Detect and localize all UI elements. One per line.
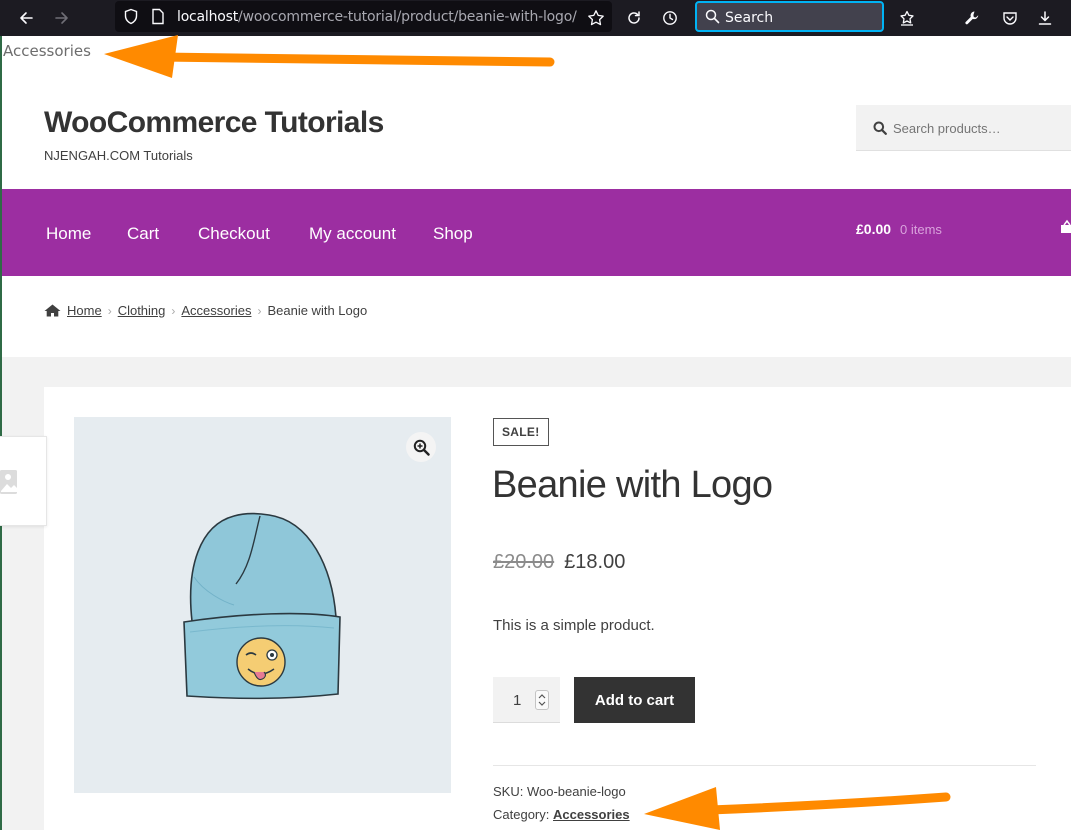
- browser-search-placeholder: Search: [725, 10, 774, 26]
- product-image[interactable]: [74, 417, 451, 793]
- site-title[interactable]: WooCommerce Tutorials: [44, 106, 384, 140]
- sale-badge: SALE!: [493, 418, 549, 446]
- breadcrumb-home[interactable]: Home: [67, 303, 102, 318]
- breadcrumb-current: Beanie with Logo: [267, 303, 368, 318]
- star-list-icon[interactable]: [895, 6, 919, 30]
- home-icon: [44, 304, 61, 317]
- browser-toolbar: localhost/woocommerce-tutorial/product/b…: [0, 0, 1071, 36]
- wrench-icon[interactable]: [960, 6, 984, 30]
- product-price: £20.00 £18.00: [493, 551, 625, 574]
- side-tab[interactable]: [0, 436, 47, 526]
- zoom-icon[interactable]: [406, 432, 436, 462]
- url-text[interactable]: localhost/woocommerce-tutorial/product/b…: [177, 9, 577, 25]
- breadcrumb-accessories[interactable]: Accessories: [181, 303, 251, 318]
- annotation-arrow-bottom: [644, 787, 951, 830]
- shield-icon[interactable]: [123, 8, 139, 30]
- regular-price: £20.00: [493, 551, 555, 573]
- breadcrumb-separator: ›: [257, 303, 262, 318]
- category-link[interactable]: Accessories: [553, 807, 630, 822]
- product-search-placeholder: Search products…: [893, 121, 1001, 136]
- back-arrow-icon[interactable]: [14, 6, 38, 30]
- reload-icon[interactable]: [622, 6, 646, 30]
- add-to-cart-button[interactable]: Add to cart: [574, 677, 695, 723]
- header-cart-count[interactable]: 0 items: [900, 222, 942, 237]
- page-icon: [151, 8, 165, 30]
- product-category: Category: Accessories: [493, 807, 630, 822]
- quantity-spinner[interactable]: [535, 690, 549, 710]
- product-title: Beanie with Logo: [492, 464, 773, 506]
- nav-item-cart[interactable]: Cart: [127, 224, 159, 244]
- address-bar[interactable]: localhost/woocommerce-tutorial/product/b…: [115, 1, 612, 32]
- nav-item-my-account[interactable]: My account: [309, 224, 396, 244]
- search-icon: [705, 9, 720, 29]
- search-icon: [873, 121, 887, 140]
- quantity-value[interactable]: 1: [513, 692, 521, 709]
- nav-item-checkout[interactable]: Checkout: [198, 224, 270, 244]
- pocket-icon[interactable]: [998, 6, 1022, 30]
- sku-value: Woo-beanie-logo: [526, 784, 626, 799]
- breadcrumb: Home › Clothing › Accessories › Beanie w…: [44, 303, 367, 318]
- breadcrumb-separator: ›: [171, 303, 176, 318]
- header-cart-amount[interactable]: £0.00: [856, 221, 891, 237]
- primary-navigation: Home Cart Checkout My account Shop £0.00…: [2, 189, 1071, 276]
- product-short-description: This is a simple product.: [493, 617, 655, 634]
- sale-price: £18.00: [564, 551, 626, 573]
- sku-label: SKU:: [493, 784, 524, 799]
- breadcrumb-separator: ›: [107, 303, 112, 318]
- beanie-illustration: [183, 512, 341, 700]
- bookmark-star-icon[interactable]: [584, 6, 608, 30]
- product-search-input[interactable]: Search products…: [856, 105, 1071, 151]
- product-sku: SKU: Woo-beanie-logo: [493, 784, 626, 799]
- history-clock-icon[interactable]: [658, 6, 682, 30]
- download-icon[interactable]: [1033, 6, 1057, 30]
- top-category-label: Accessories: [3, 42, 91, 60]
- image-placeholder-icon: [0, 469, 18, 500]
- category-label: Category:: [493, 807, 550, 822]
- browser-search-field[interactable]: Search: [695, 1, 884, 32]
- meta-divider: [493, 765, 1036, 766]
- breadcrumb-clothing[interactable]: Clothing: [118, 303, 166, 318]
- basket-icon[interactable]: [1061, 219, 1071, 240]
- site-tagline: NJENGAH.COM Tutorials: [44, 148, 193, 163]
- forward-arrow-icon[interactable]: [50, 6, 74, 30]
- nav-item-shop[interactable]: Shop: [433, 224, 473, 244]
- quantity-stepper[interactable]: 1: [493, 677, 560, 723]
- annotation-arrow-top: [104, 35, 555, 78]
- nav-item-home[interactable]: Home: [46, 224, 91, 244]
